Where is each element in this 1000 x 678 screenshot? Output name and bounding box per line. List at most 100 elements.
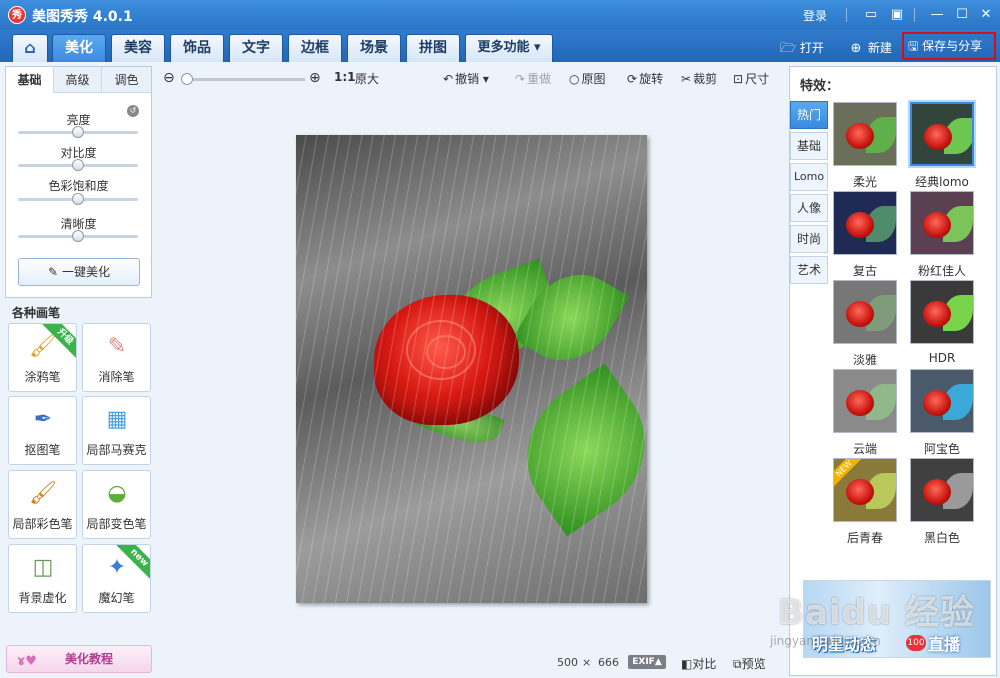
compare-button[interactable]: ◧对比 — [681, 655, 716, 672]
effect-thumbnail[interactable] — [910, 458, 974, 522]
slider-knob[interactable] — [72, 230, 84, 242]
saturation-slider[interactable] — [18, 193, 138, 205]
effect-thumbnail[interactable] — [833, 102, 897, 166]
thumbnail-rose — [846, 212, 874, 238]
effect-label: 阿宝色 — [923, 442, 960, 456]
login-link[interactable]: 登录 — [803, 7, 827, 24]
preview-button[interactable]: ⧉预览 — [733, 655, 766, 672]
message-icon[interactable]: ▭ — [860, 5, 882, 25]
tab-collage[interactable]: 拼图 — [406, 34, 460, 62]
exif-button[interactable]: EXIF▲ — [628, 655, 666, 669]
size-label: 尺寸 — [745, 72, 770, 86]
ratio-button[interactable]: 1:1 — [334, 70, 356, 84]
slider-knob[interactable] — [72, 193, 84, 205]
effect-category-fashion[interactable]: 时尚 — [790, 225, 828, 253]
thumbnail-rose — [923, 301, 951, 327]
effect-thumbnail[interactable] — [910, 102, 974, 166]
slider-knob[interactable] — [72, 159, 84, 171]
effect-thumbnail[interactable] — [833, 369, 897, 433]
open-button[interactable]: 🗁 打开 — [780, 38, 824, 58]
tab-accessories[interactable]: 饰品 — [170, 34, 224, 62]
minimize-button[interactable]: — — [926, 5, 948, 25]
folder-icon: 🗁 — [780, 41, 797, 56]
cutout-brush-button[interactable]: ✒ 抠图笔 — [8, 396, 77, 465]
eraser-brush-button[interactable]: ✎ 消除笔 — [82, 323, 151, 392]
zoom-in-icon[interactable]: ⊕ — [309, 70, 321, 86]
brush-label: 涂鸦笔 — [24, 370, 61, 384]
mosaic-brush-button[interactable]: ▦ 局部马赛克 — [82, 396, 151, 465]
baidu-watermark-url: jingyan.baidu.com — [770, 634, 881, 648]
chevron-down-icon[interactable]: ▾ — [483, 72, 489, 86]
open-label: 打开 — [799, 41, 824, 55]
doodle-brush-button[interactable]: 🖌 升级 涂鸦笔 — [8, 323, 77, 392]
zoom-knob[interactable] — [181, 73, 193, 85]
effect-label: 复古 — [852, 264, 877, 278]
tab-color[interactable]: 调色 — [102, 67, 151, 93]
rotate-label: 旋转 — [639, 72, 664, 86]
effect-category-basic[interactable]: 基础 — [790, 132, 828, 160]
rotate-button[interactable]: ⟳ 旋转 — [627, 70, 663, 87]
original-size-button[interactable]: 原大 — [355, 70, 379, 87]
tab-scene[interactable]: 场景 — [347, 34, 401, 62]
plus-circle-icon: ⊕ — [850, 41, 862, 56]
crop-button[interactable]: ✂ 裁剪 — [681, 70, 717, 87]
brightness-slider[interactable] — [18, 126, 138, 138]
effect-thumbnail[interactable] — [910, 369, 974, 433]
maximize-button[interactable]: ☐ — [951, 5, 973, 25]
slider-knob[interactable] — [72, 126, 84, 138]
color-brush-button[interactable]: 🖌 局部彩色笔 — [8, 470, 77, 539]
recolor-brush-button[interactable]: ◒ 局部变色笔 — [82, 470, 151, 539]
brush-label: 抠图笔 — [24, 443, 61, 457]
background-blur-button[interactable]: ◫ 背景虚化 — [8, 544, 77, 613]
effect-label: 黑白色 — [923, 531, 960, 545]
effect-category-art[interactable]: 艺术 — [790, 256, 828, 284]
edited-photo[interactable] — [296, 135, 647, 603]
effect-category-hot[interactable]: 热门 — [790, 101, 828, 129]
magic-brush-button[interactable]: ✦ new 魔幻笔 — [82, 544, 151, 613]
tab-basic[interactable]: 基础 — [6, 67, 54, 93]
zoom-out-icon[interactable]: ⊖ — [163, 70, 175, 86]
brushes-title: 各种画笔 — [12, 306, 61, 320]
title-separator — [914, 8, 915, 22]
tab-home[interactable]: ⌂ — [12, 34, 48, 62]
title-bar: 秀 美图秀秀 4.0.1 登录 ▭ ▣ — ☐ ✕ — [0, 0, 1000, 30]
thumbnail-rose — [924, 124, 952, 150]
resize-button[interactable]: ⊡ 尺寸 — [733, 70, 769, 87]
tutorial-button[interactable]: ɤ♥ 美化教程 — [6, 645, 152, 673]
contrast-slider[interactable] — [18, 159, 138, 171]
new-label: 新建 — [867, 41, 892, 55]
skin-icon[interactable]: ▣ — [886, 5, 908, 25]
sharpness-slider[interactable] — [18, 230, 138, 242]
tab-beauty[interactable]: 美容 — [111, 34, 165, 62]
effect-thumbnail[interactable] — [910, 191, 974, 255]
effect-category-portrait[interactable]: 人像 — [790, 194, 828, 222]
redo-icon: ↷ — [515, 72, 526, 86]
close-button[interactable]: ✕ — [975, 5, 997, 25]
tab-more-features[interactable]: 更多功能 ▾ — [465, 34, 553, 62]
tab-frame[interactable]: 边框 — [288, 34, 342, 62]
tab-beautify[interactable]: 美化 — [52, 34, 106, 62]
tab-text[interactable]: 文字 — [229, 34, 283, 62]
zoom-slider[interactable] — [181, 73, 305, 85]
thumbnail-rose — [923, 390, 951, 416]
original-label: 原图 — [581, 72, 606, 86]
image-width: 500 — [557, 656, 578, 669]
thumbnail-rose — [846, 123, 874, 149]
effect-label: 后青春 — [846, 531, 883, 545]
mosaic-icon: ▦ — [106, 407, 128, 432]
effect-thumbnail[interactable] — [833, 191, 897, 255]
main-tab-bar: ⌂ 美化 美容 饰品 文字 边框 场景 拼图 更多功能 ▾ 🗁 打开 ⊕ 新建 — [0, 30, 1000, 62]
effect-category-lomo[interactable]: Lomo — [790, 163, 828, 191]
effect-thumbnail[interactable]: NEW — [833, 458, 897, 522]
rotate-icon: ⟳ — [627, 72, 638, 86]
effect-thumbnail[interactable] — [833, 280, 897, 344]
original-image-button[interactable]: ○ 原图 — [569, 70, 606, 87]
redo-button[interactable]: ↷ 重做 — [515, 70, 551, 87]
undo-label: 撤销 — [455, 72, 480, 86]
undo-button[interactable]: ↶ 撤销 ▾ — [443, 70, 489, 87]
save-share-button[interactable]: 🖫 保存与分享 — [902, 32, 996, 60]
tab-advanced[interactable]: 高级 — [54, 67, 102, 93]
one-click-beautify-button[interactable]: ✎ 一键美化 — [18, 258, 140, 286]
effect-thumbnail[interactable] — [910, 280, 974, 344]
new-button[interactable]: ⊕ 新建 — [848, 38, 892, 58]
